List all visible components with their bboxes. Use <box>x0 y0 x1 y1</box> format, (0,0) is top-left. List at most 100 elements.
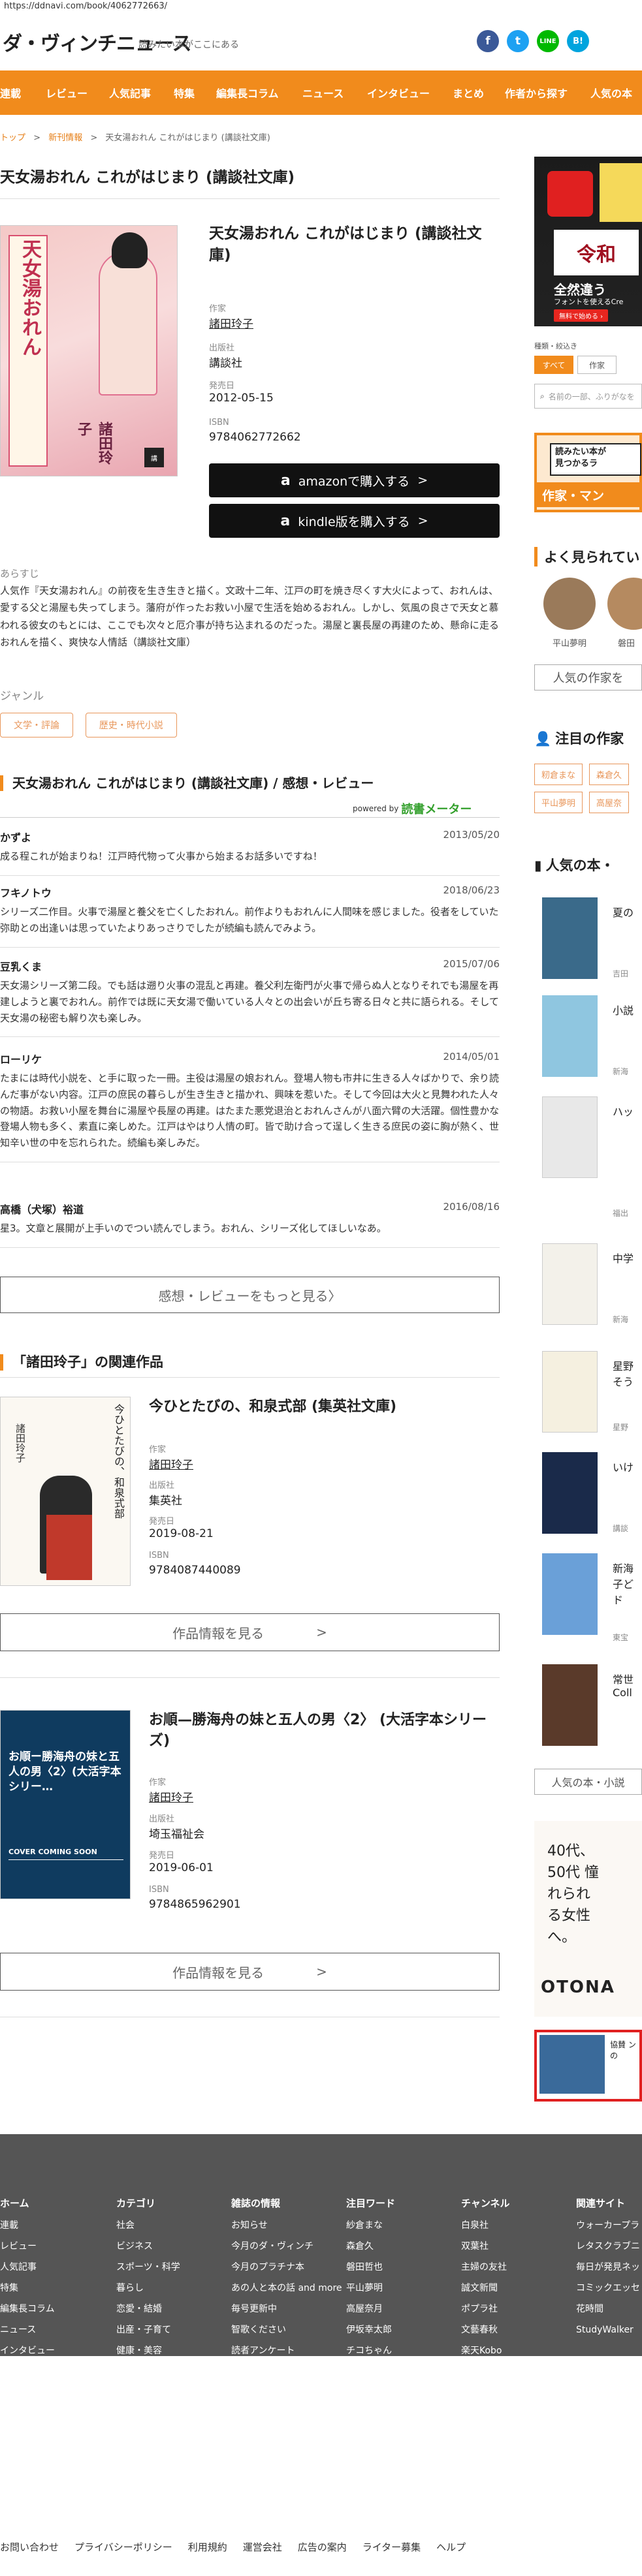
footer-link[interactable]: 恋愛・結婚 <box>116 2299 189 2320</box>
related-title[interactable]: お順—勝海舟の妹と五人の男〈2〉 (大活字本シリーズ) <box>149 1710 500 1752</box>
footer-link[interactable]: 楽天Kobo <box>461 2340 510 2361</box>
hot-author-tag[interactable]: 高屋奈 <box>589 792 630 813</box>
footer-link[interactable]: レタスクラブニ <box>576 2236 641 2257</box>
footer-link[interactable]: レビュー <box>0 2236 55 2257</box>
bottom-link[interactable]: 広告の案内 <box>298 2540 347 2554</box>
hatena-icon[interactable]: B! <box>567 30 589 52</box>
nav-interview[interactable]: インタビュー <box>367 85 430 101</box>
footer-link[interactable]: 森倉久 <box>346 2236 419 2257</box>
more-authors-button[interactable]: 人気の作家を <box>534 664 642 691</box>
footer-link[interactable]: ビジネス <box>116 2236 189 2257</box>
footer-link[interactable]: 高屋奈月 <box>346 2299 419 2320</box>
bottom-link[interactable]: ヘルプ <box>436 2540 466 2554</box>
ad-cta-button[interactable]: 無料で始める › <box>554 309 609 322</box>
popular-book-item[interactable]: いけ 講談 <box>534 1452 642 1544</box>
kindle-buy-button[interactable]: a kindle版を購入する > <box>209 504 500 538</box>
popular-book-item[interactable]: 新海 子ど ド 東宝 <box>534 1553 642 1651</box>
author-name[interactable]: 磐田 <box>618 636 635 649</box>
bottom-link[interactable]: プライバシーポリシー <box>74 2540 172 2554</box>
footer-link[interactable]: 作者から探す <box>0 2382 55 2403</box>
footer-link[interactable]: アニメ部 <box>116 2424 189 2445</box>
related-title[interactable]: 今ひとたびの、和泉式部 (集英社文庫) <box>149 1397 500 1418</box>
footer-link[interactable]: 人気記事 <box>0 2257 55 2278</box>
book-cover[interactable]: 天女湯おれん 諸田玲子 講 <box>0 225 178 476</box>
line-icon[interactable]: LINE <box>537 30 559 52</box>
popular-book-item[interactable]: 常世 Coll <box>534 1664 642 1756</box>
avatar[interactable] <box>543 578 596 630</box>
footer-link[interactable]: インタビュー <box>0 2340 55 2361</box>
genre-tag[interactable]: 歴史・時代小説 <box>85 713 177 737</box>
footer-link[interactable]: ブックパス <box>461 2361 510 2382</box>
bottom-link[interactable]: ライター募集 <box>362 2540 421 2554</box>
footer-link[interactable]: StudyWalker <box>576 2320 641 2340</box>
footer-link[interactable]: コミックエッセ <box>576 2278 641 2299</box>
footer-link[interactable]: ニュース <box>0 2320 55 2340</box>
footer-link[interactable]: 毎号更新中 <box>231 2299 342 2320</box>
popular-book-item[interactable]: 小説 新海 <box>534 995 642 1087</box>
bottom-link[interactable]: お問い合わせ <box>0 2540 59 2554</box>
nav-editor-column[interactable]: 編集長コラム <box>216 85 279 101</box>
footer-link[interactable]: 毎日が発見ネッ <box>576 2257 641 2278</box>
footer-link[interactable]: シティーハンター <box>346 2403 419 2424</box>
footer-link[interactable]: 今月のダ・ヴィンチ <box>231 2236 342 2257</box>
footer-link[interactable]: 誠文新聞 <box>461 2278 510 2299</box>
footer-link[interactable]: 花時間 <box>576 2299 641 2320</box>
footer-link[interactable]: チコちゃん <box>346 2340 419 2361</box>
review-name[interactable]: 高橋（犬塚）裕道 <box>0 1201 500 1217</box>
footer-link[interactable]: ウォーカープラ <box>576 2215 641 2236</box>
nav-authors[interactable]: 作者から探す <box>505 85 568 101</box>
footer-link[interactable]: バックナンバー <box>231 2361 342 2382</box>
bottom-link[interactable]: 運営会社 <box>243 2540 282 2554</box>
nav-news[interactable]: ニュース <box>302 85 344 101</box>
footer-link[interactable]: 読者アンケート <box>231 2340 342 2361</box>
banner-button[interactable]: 作家・マン <box>537 482 639 507</box>
footer-link[interactable]: 紗倉まな <box>346 2215 419 2236</box>
bottom-link[interactable]: 利用規約 <box>188 2540 227 2554</box>
related-cover[interactable]: お順ー勝海舟の妹と五人の男〈2〉(大活字本シリー… COVER COMING S… <box>0 1710 131 1899</box>
author-name[interactable]: 平山夢明 <box>553 636 586 649</box>
nav-feature[interactable]: 特集 <box>174 85 195 101</box>
footer-link[interactable]: 双葉社 <box>461 2236 510 2257</box>
footer-link[interactable]: 名探偵コナン <box>346 2382 419 2403</box>
footer-link[interactable]: エンタメ <box>116 2361 189 2382</box>
footer-link[interactable]: お知らせ <box>231 2215 342 2236</box>
footer-col-head[interactable]: 雑誌の情報 <box>231 2193 342 2214</box>
view-work-button[interactable]: 作品情報を見る > <box>0 1613 500 1651</box>
search-tab-author[interactable]: 作家 <box>577 356 617 374</box>
review-name[interactable]: かずよ <box>0 829 500 845</box>
breadcrumb-category[interactable]: 新刊情報 <box>48 133 82 143</box>
footer-link[interactable]: 鬼滅 <box>346 2361 419 2382</box>
review-name[interactable]: ローリケ <box>0 1051 500 1066</box>
footer-link[interactable]: 智歌ください <box>231 2320 342 2340</box>
footer-col-head[interactable]: 関連サイト <box>576 2193 641 2214</box>
footer-link[interactable]: 文藝春秋 <box>461 2320 510 2340</box>
footer-link[interactable]: 今月のプラチナ本 <box>231 2257 342 2278</box>
popular-book-item[interactable]: 夏の 吉田 <box>534 897 642 989</box>
footer-link[interactable]: 特集 <box>0 2278 55 2299</box>
footer-link[interactable]: ポプラ社 <box>461 2299 510 2320</box>
review-name[interactable]: 豆乳くま <box>0 958 500 974</box>
amazon-buy-button[interactable]: a amazonで購入する > <box>209 463 500 497</box>
footer-link[interactable]: 出産・子育て <box>116 2320 189 2340</box>
footer-link[interactable]: 社会 <box>116 2215 189 2236</box>
footer-link[interactable]: 暮らし <box>116 2278 189 2299</box>
footer-link[interactable]: あの人と本の話 and more <box>231 2278 342 2299</box>
popular-book-item[interactable]: 中学 新海 <box>534 1243 642 1335</box>
footer-link[interactable]: 伊坂幸太郎 <box>346 2320 419 2340</box>
more-reviews-button[interactable]: 感想・レビューをもっと見る〉 <box>0 1277 500 1313</box>
view-work-button[interactable]: 作品情報を見る > <box>0 1953 500 1991</box>
popular-book-item[interactable]: ハッ 福出 <box>534 1096 642 1227</box>
nav-matome[interactable]: まとめ <box>453 85 484 101</box>
nav-serial[interactable]: 連載 <box>0 85 21 101</box>
search-tab-all[interactable]: すべて <box>534 356 573 374</box>
footer-col-head[interactable]: 注目ワード <box>346 2193 419 2214</box>
facebook-icon[interactable]: f <box>477 30 499 52</box>
footer-col-head[interactable]: ホーム <box>0 2193 55 2214</box>
breadcrumb-home[interactable]: トップ <box>0 133 25 143</box>
more-books-button[interactable]: 人気の本・小説 <box>534 1769 642 1795</box>
sidebar-banner[interactable]: 読みたい本が 見つかるラ 作家・マン <box>534 433 642 512</box>
hot-author-tag[interactable]: 森倉久 <box>589 764 630 785</box>
footer-link[interactable]: 人気の本 <box>0 2403 55 2424</box>
author-link[interactable]: 諸田玲子 <box>149 1788 193 1805</box>
footer-link[interactable]: スポーツ・科学 <box>116 2257 189 2278</box>
